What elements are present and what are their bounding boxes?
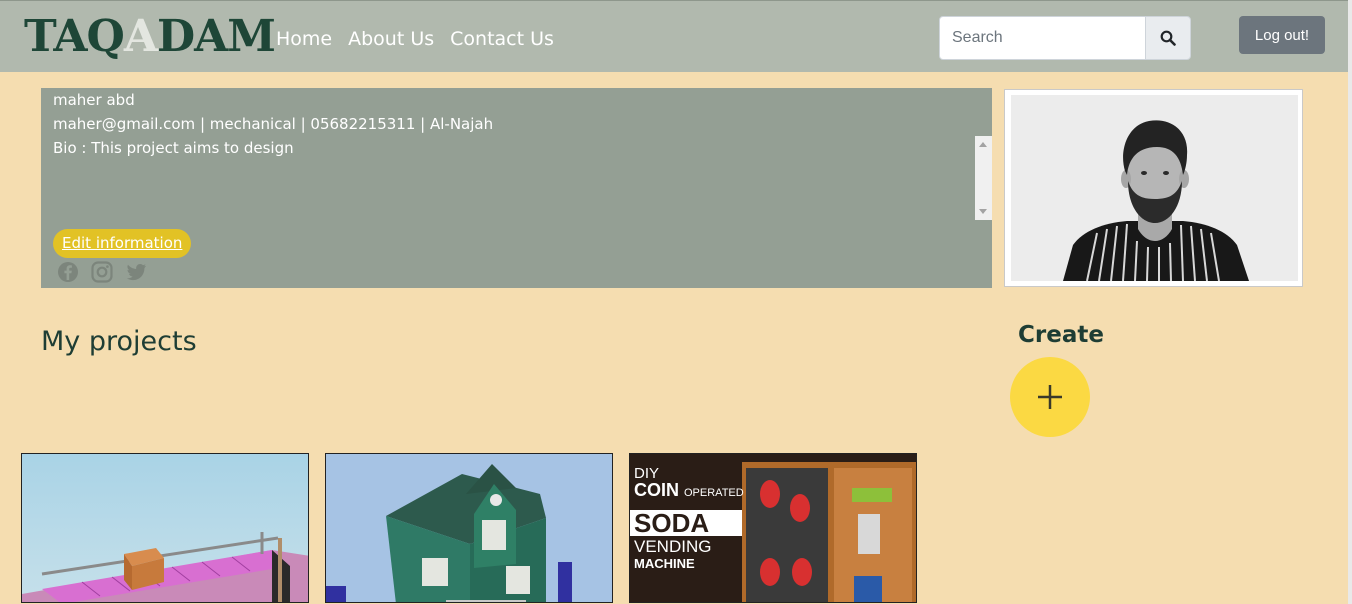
vending-text-coin: COIN: [634, 480, 679, 500]
create-heading: Create: [1018, 322, 1104, 348]
conveyor-image: [22, 454, 308, 602]
scroll-up-arrow-icon[interactable]: [979, 142, 987, 147]
search-button[interactable]: [1145, 16, 1191, 60]
page-scrollbar[interactable]: [1348, 0, 1352, 604]
vending-machine-image: DIY COIN OPERATED SODA VENDING MACHINE: [630, 454, 916, 602]
navbar: TAQADAM Home About Us Contact Us Log out…: [0, 0, 1348, 72]
vending-text-vending: VENDING: [634, 537, 711, 556]
profile-contact: maher@gmail.com | mechanical | 056822153…: [53, 115, 494, 133]
instagram-icon[interactable]: [90, 260, 114, 284]
scroll-down-arrow-icon[interactable]: [979, 209, 987, 214]
vending-text-machine: MACHINE: [634, 556, 695, 571]
profile-info-panel: maher abd maher@gmail.com | mechanical |…: [41, 88, 992, 288]
nav-link-home[interactable]: Home: [276, 25, 332, 53]
logout-button[interactable]: Log out!: [1239, 16, 1325, 54]
bio-scrollbar[interactable]: [975, 136, 992, 220]
plus-icon: [1038, 385, 1062, 409]
nav-link-about-us[interactable]: About Us: [348, 25, 434, 53]
profile-name: maher abd: [53, 91, 135, 109]
facebook-icon[interactable]: [56, 260, 80, 284]
search-icon: [1160, 30, 1176, 46]
my-projects-heading: My projects: [41, 326, 197, 357]
vending-text-operated: OPERATED: [684, 487, 744, 499]
edit-information-button[interactable]: Edit information: [53, 229, 192, 258]
project-card-house[interactable]: [325, 453, 613, 603]
vending-text-soda: SODA: [634, 508, 709, 538]
nav-links: Home About Us Contact Us: [276, 25, 570, 53]
twitter-icon[interactable]: [124, 260, 148, 284]
create-project-button[interactable]: [1010, 357, 1090, 437]
house-model-image: [326, 454, 612, 602]
project-card-conveyor[interactable]: [21, 453, 309, 603]
site-logo[interactable]: TAQADAM: [24, 9, 276, 65]
profile-photo: [1011, 95, 1298, 281]
profile-photo-frame: [1004, 89, 1303, 287]
search-input[interactable]: [939, 16, 1146, 60]
nav-link-contact-us[interactable]: Contact Us: [450, 25, 554, 53]
profile-bio: Bio : This project aims to design: [53, 139, 294, 157]
project-card-vending-machine[interactable]: DIY COIN OPERATED SODA VENDING MACHINE: [629, 453, 917, 603]
